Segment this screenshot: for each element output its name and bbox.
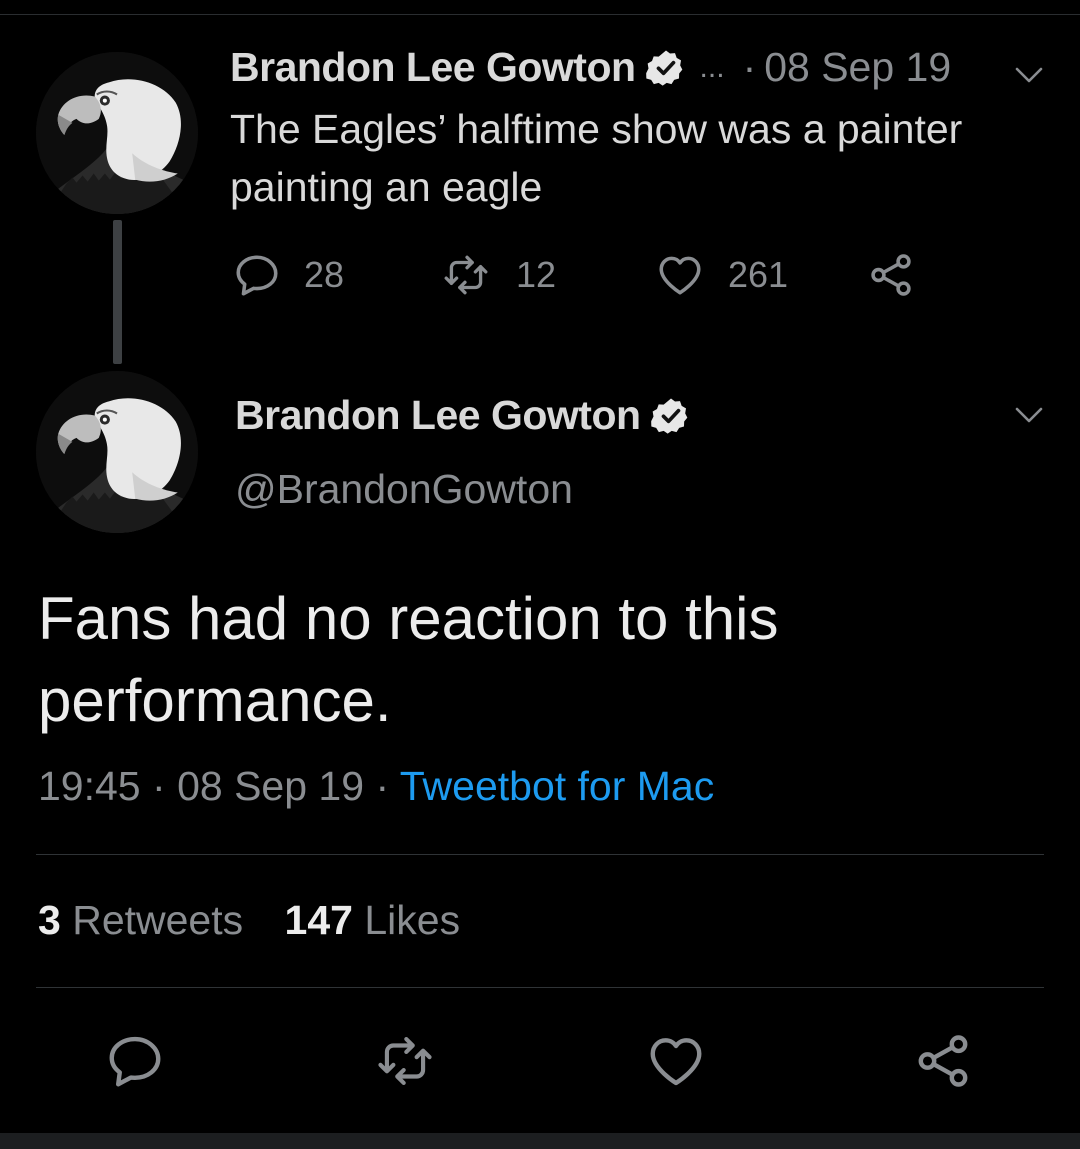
retweet-label: Retweets: [72, 897, 244, 943]
retweet-icon[interactable]: [370, 1030, 440, 1092]
like-label: Likes: [364, 897, 461, 943]
parent-tweet-text: The Eagles’ halftime show was a painter …: [230, 106, 963, 210]
retweet-count: 3: [38, 897, 61, 943]
reply-bubble-icon: [232, 250, 282, 300]
top-divider: [0, 14, 1080, 15]
parent-reply-action[interactable]: 28: [232, 250, 344, 300]
reply-bubble-icon[interactable]: [104, 1030, 166, 1092]
main-timestamp-row: 19:45 · 08 Sep 19 · Tweetbot for Mac: [38, 763, 714, 810]
bald-eagle-icon: [36, 52, 198, 214]
parent-separator: ·: [742, 44, 757, 90]
engagement-stats: 3 Retweets 147 Likes: [38, 897, 460, 944]
thread-connector-line: [113, 220, 122, 364]
share-icon: [866, 250, 916, 300]
like-count: 147: [284, 897, 353, 943]
parent-header: Brandon Lee Gowton ... · 08 Sep 19: [230, 44, 951, 91]
main-tweet-text: Fans had no reaction to this performance…: [38, 585, 779, 734]
main-time: 19:45: [38, 763, 141, 809]
heart-icon[interactable]: [644, 1030, 708, 1092]
bottom-edge-bar: [0, 1133, 1080, 1149]
chevron-down-icon[interactable]: [1014, 66, 1044, 84]
parent-share-action[interactable]: [866, 250, 938, 300]
parent-retweet-action[interactable]: 12: [438, 250, 556, 300]
main-date: 08 Sep 19: [177, 763, 365, 809]
parent-reply-count: 28: [304, 254, 345, 295]
tweet-thread-view: Brandon Lee Gowton ... · 08 Sep 19 The E…: [0, 0, 1080, 1149]
main-separator-2: ·: [375, 763, 390, 809]
main-separator-1: ·: [152, 763, 166, 809]
parent-display-name[interactable]: Brandon Lee Gowton: [230, 44, 636, 91]
divider-lower: [36, 987, 1044, 988]
bald-eagle-icon: [36, 371, 198, 533]
parent-ellipsis: ...: [699, 50, 725, 84]
main-display-name[interactable]: Brandon Lee Gowton: [235, 392, 641, 439]
parent-retweet-count: 12: [516, 254, 557, 295]
parent-avatar[interactable]: [36, 52, 198, 214]
likes-stat[interactable]: 147 Likes: [285, 897, 461, 943]
heart-icon: [654, 250, 706, 300]
main-header: Brandon Lee Gowton: [235, 392, 691, 439]
client-link[interactable]: Tweetbot for Mac: [400, 763, 714, 809]
verified-badge-icon: [651, 396, 691, 436]
divider-upper: [36, 854, 1044, 855]
parent-date[interactable]: 08 Sep 19: [764, 44, 951, 91]
verified-badge-icon: [646, 48, 686, 88]
main-handle[interactable]: @BrandonGowton: [235, 466, 573, 513]
chevron-down-icon[interactable]: [1014, 406, 1044, 424]
parent-like-count: 261: [728, 254, 789, 295]
main-avatar[interactable]: [36, 371, 198, 533]
parent-like-action[interactable]: 261: [654, 250, 788, 300]
retweets-stat[interactable]: 3 Retweets: [38, 897, 255, 943]
share-icon[interactable]: [912, 1030, 974, 1092]
retweet-icon: [438, 250, 494, 300]
